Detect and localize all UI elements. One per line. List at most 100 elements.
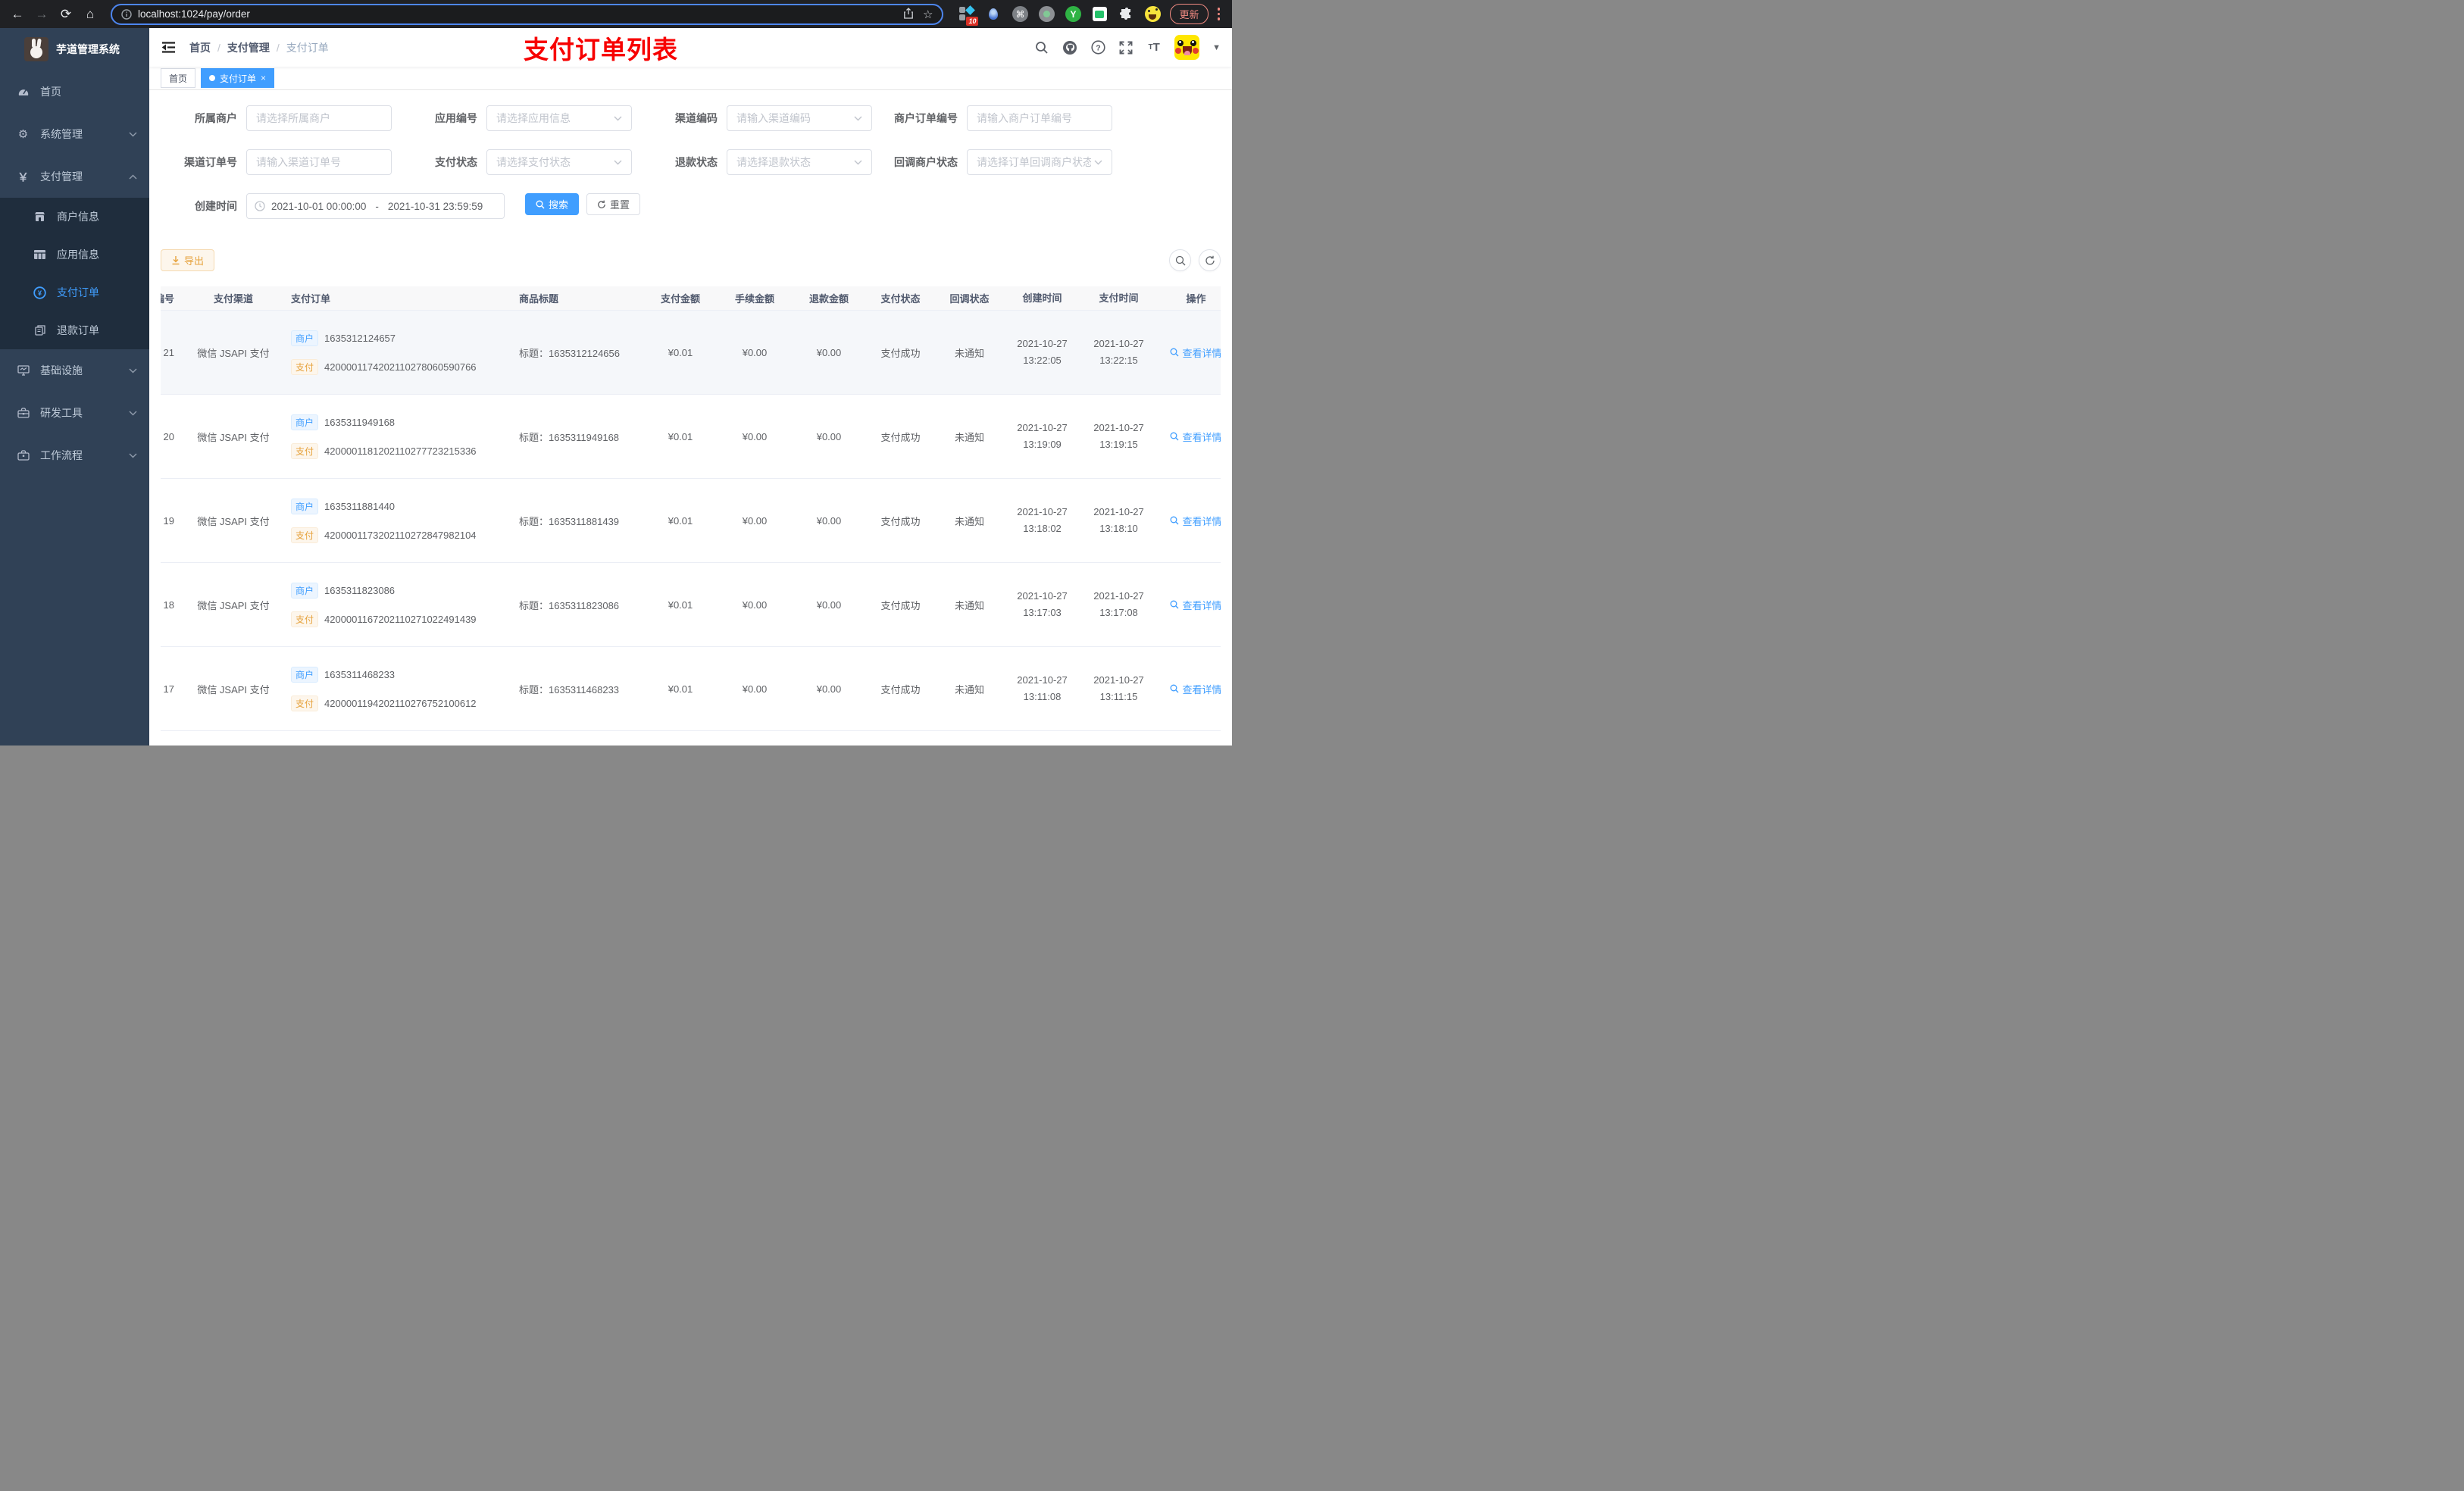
pay-order-cell: 商户 1635311468233 支付 42000011942021102767… (286, 666, 514, 711)
refund-status-select[interactable]: 请选择退款状态 (727, 149, 872, 175)
merchant-order-no-input[interactable] (967, 105, 1112, 131)
tab-home[interactable]: 首页 (161, 68, 196, 88)
browser-update-button[interactable]: 更新 (1170, 4, 1209, 24)
fee-cell: ¥0.00 (742, 683, 768, 695)
forward-icon[interactable]: → (32, 5, 52, 24)
table-row: 20 微信 JSAPI 支付 商户 1635311949168 支付 42000… (161, 395, 1221, 479)
amount-cell: ¥0.01 (668, 683, 693, 695)
sidebar-item-system[interactable]: ⚙ 系统管理 (0, 113, 149, 155)
bookmark-star-icon[interactable]: ☆ (923, 8, 933, 21)
actions-cell: 查看详情 (1157, 514, 1221, 528)
sidebar-item-infra[interactable]: 基础设施 (0, 349, 149, 392)
create-time-cell: 2021-10-27 13:17:03 (1017, 590, 1068, 618)
magnifier-icon (1170, 684, 1179, 693)
address-bar[interactable]: localhost:1024/pay/order ☆ (111, 3, 944, 25)
sidebar-item-pay-order[interactable]: ¥ 支付订单 (0, 274, 149, 311)
sidebar-item-pay[interactable]: ￥ 支付管理 (0, 155, 149, 198)
channel-pay-no: 4200001194202110276752100612 (324, 697, 477, 709)
avatar-caret-icon[interactable]: ▼ (1212, 43, 1221, 52)
pay-order-cell: 商户 1635311949168 支付 42000011812021102777… (286, 414, 514, 459)
svg-text:?: ? (1096, 43, 1100, 52)
share-icon[interactable] (903, 7, 914, 21)
merchant-tag: 商户 (291, 414, 319, 430)
col-amount: 支付金额 (660, 293, 700, 305)
view-detail-link[interactable]: 查看详情 (1170, 345, 1221, 360)
top-navbar: 首页 / 支付管理 / 支付订单 支付订单列表 ? T T ▼ (149, 28, 1232, 67)
merchant-order-no: 1635312124657 (324, 332, 396, 344)
col-channel: 支付渠道 (213, 293, 253, 305)
reset-button[interactable]: 重置 (586, 193, 641, 215)
col-pay-time: 支付时间 (1099, 292, 1139, 304)
shop-icon (33, 211, 46, 222)
site-info-icon[interactable] (121, 8, 132, 20)
pay-time-cell: 2021-10-27 13:17:08 (1093, 590, 1144, 618)
view-detail-link[interactable]: 查看详情 (1170, 430, 1221, 444)
collapse-sidebar-icon[interactable] (161, 40, 176, 55)
puzzle-extensions-icon[interactable] (1118, 6, 1134, 23)
breadcrumb-current: 支付订单 (286, 41, 329, 54)
export-button[interactable]: 导出 (161, 249, 215, 271)
sidebar-item-refund-order[interactable]: 退款订单 (0, 311, 149, 349)
refund-cell: ¥0.00 (816, 599, 842, 611)
view-detail-link[interactable]: 查看详情 (1170, 598, 1221, 612)
amount-cell: ¥0.01 (668, 430, 693, 442)
monitor-icon (17, 365, 30, 376)
channel-code-select[interactable]: 请输入渠道编码 (727, 105, 872, 131)
order-id-cell: 20 (163, 430, 174, 442)
font-size-icon[interactable]: TT (1146, 40, 1162, 55)
view-detail-link[interactable]: 查看详情 (1170, 682, 1221, 696)
order-id-cell: 19 (163, 514, 174, 527)
map-pin-extension-icon[interactable] (985, 6, 1002, 23)
extension-badge: 10 (966, 16, 979, 26)
github-icon[interactable] (1062, 40, 1077, 55)
merchant-filter-input[interactable] (246, 105, 392, 131)
filter-label: 渠道订单号 (184, 156, 237, 168)
order-id-cell: 17 (163, 683, 174, 695)
sidebar-item-app-info[interactable]: 应用信息 (0, 236, 149, 274)
pay-status-select[interactable]: 请选择支付状态 (486, 149, 632, 175)
search-button[interactable]: 搜索 (525, 193, 580, 215)
breadcrumb-pay[interactable]: 支付管理 (227, 40, 270, 55)
notify-status-select[interactable]: 请选择订单回调商户状态 (967, 149, 1112, 175)
pay-status-cell: 支付成功 (880, 599, 921, 611)
home-icon[interactable]: ⌂ (80, 5, 100, 24)
grid-extension-icon[interactable]: 10 (958, 5, 979, 26)
sidebar-item-workflow[interactable]: 工作流程 (0, 434, 149, 477)
create-time-range-picker[interactable]: 2021-10-01 00:00:00 - 2021-10-31 23:59:5… (246, 193, 505, 219)
pay-time-cell: 2021-10-27 13:11:15 (1093, 674, 1144, 702)
pay-channel-cell: 微信 JSAPI 支付 (197, 683, 270, 695)
dot-extension-icon[interactable] (1038, 6, 1055, 23)
emoji-extension-icon[interactable] (1144, 6, 1161, 23)
sidebar-item-dev-tools[interactable]: 研发工具 (0, 392, 149, 434)
notify-status-cell: 未通知 (954, 515, 984, 527)
view-detail-link[interactable]: 查看详情 (1170, 514, 1221, 528)
reload-icon[interactable]: ⟳ (56, 5, 76, 24)
search-icon[interactable] (1034, 40, 1049, 55)
toggle-search-button[interactable] (1169, 249, 1191, 271)
user-avatar[interactable] (1174, 35, 1200, 60)
fullscreen-icon[interactable] (1118, 40, 1134, 55)
table-row: 17 微信 JSAPI 支付 商户 1635311468233 支付 42000… (161, 647, 1221, 731)
filter-label: 回调商户状态 (894, 156, 958, 168)
actions-cell: 查看详情 (1157, 598, 1221, 612)
orders-table: 编号 支付渠道 支付订单 商品标题 支付金额 手续金额 退款金额 支付状态 回调… (161, 286, 1221, 746)
close-tab-icon[interactable]: × (261, 73, 266, 83)
breadcrumb-home[interactable]: 首页 (189, 40, 211, 55)
tab-pay-order[interactable]: 支付订单 × (201, 68, 275, 88)
y-extension-icon[interactable]: Y (1065, 6, 1081, 23)
app-logo: 芋道管理系统 (0, 28, 149, 70)
sidebar-item-home[interactable]: 首页 (0, 70, 149, 113)
help-icon[interactable]: ? (1090, 40, 1105, 55)
pay-tag: 支付 (291, 527, 319, 543)
command-extension-icon[interactable]: ⌘ (1012, 6, 1028, 23)
chat-extension-icon[interactable] (1091, 6, 1108, 23)
sidebar-item-merchant-info[interactable]: 商户信息 (0, 198, 149, 236)
url-text[interactable]: localhost:1024/pay/order (138, 8, 897, 20)
channel-order-no-input[interactable] (246, 149, 392, 175)
back-icon[interactable]: ← (8, 5, 27, 24)
pay-time-cell: 2021-10-27 13:18:10 (1093, 506, 1144, 534)
app-id-select[interactable]: 请选择应用信息 (486, 105, 632, 131)
filter-label: 创建时间 (195, 200, 237, 212)
browser-menu-icon[interactable] (1213, 8, 1225, 20)
refresh-table-button[interactable] (1199, 249, 1221, 271)
